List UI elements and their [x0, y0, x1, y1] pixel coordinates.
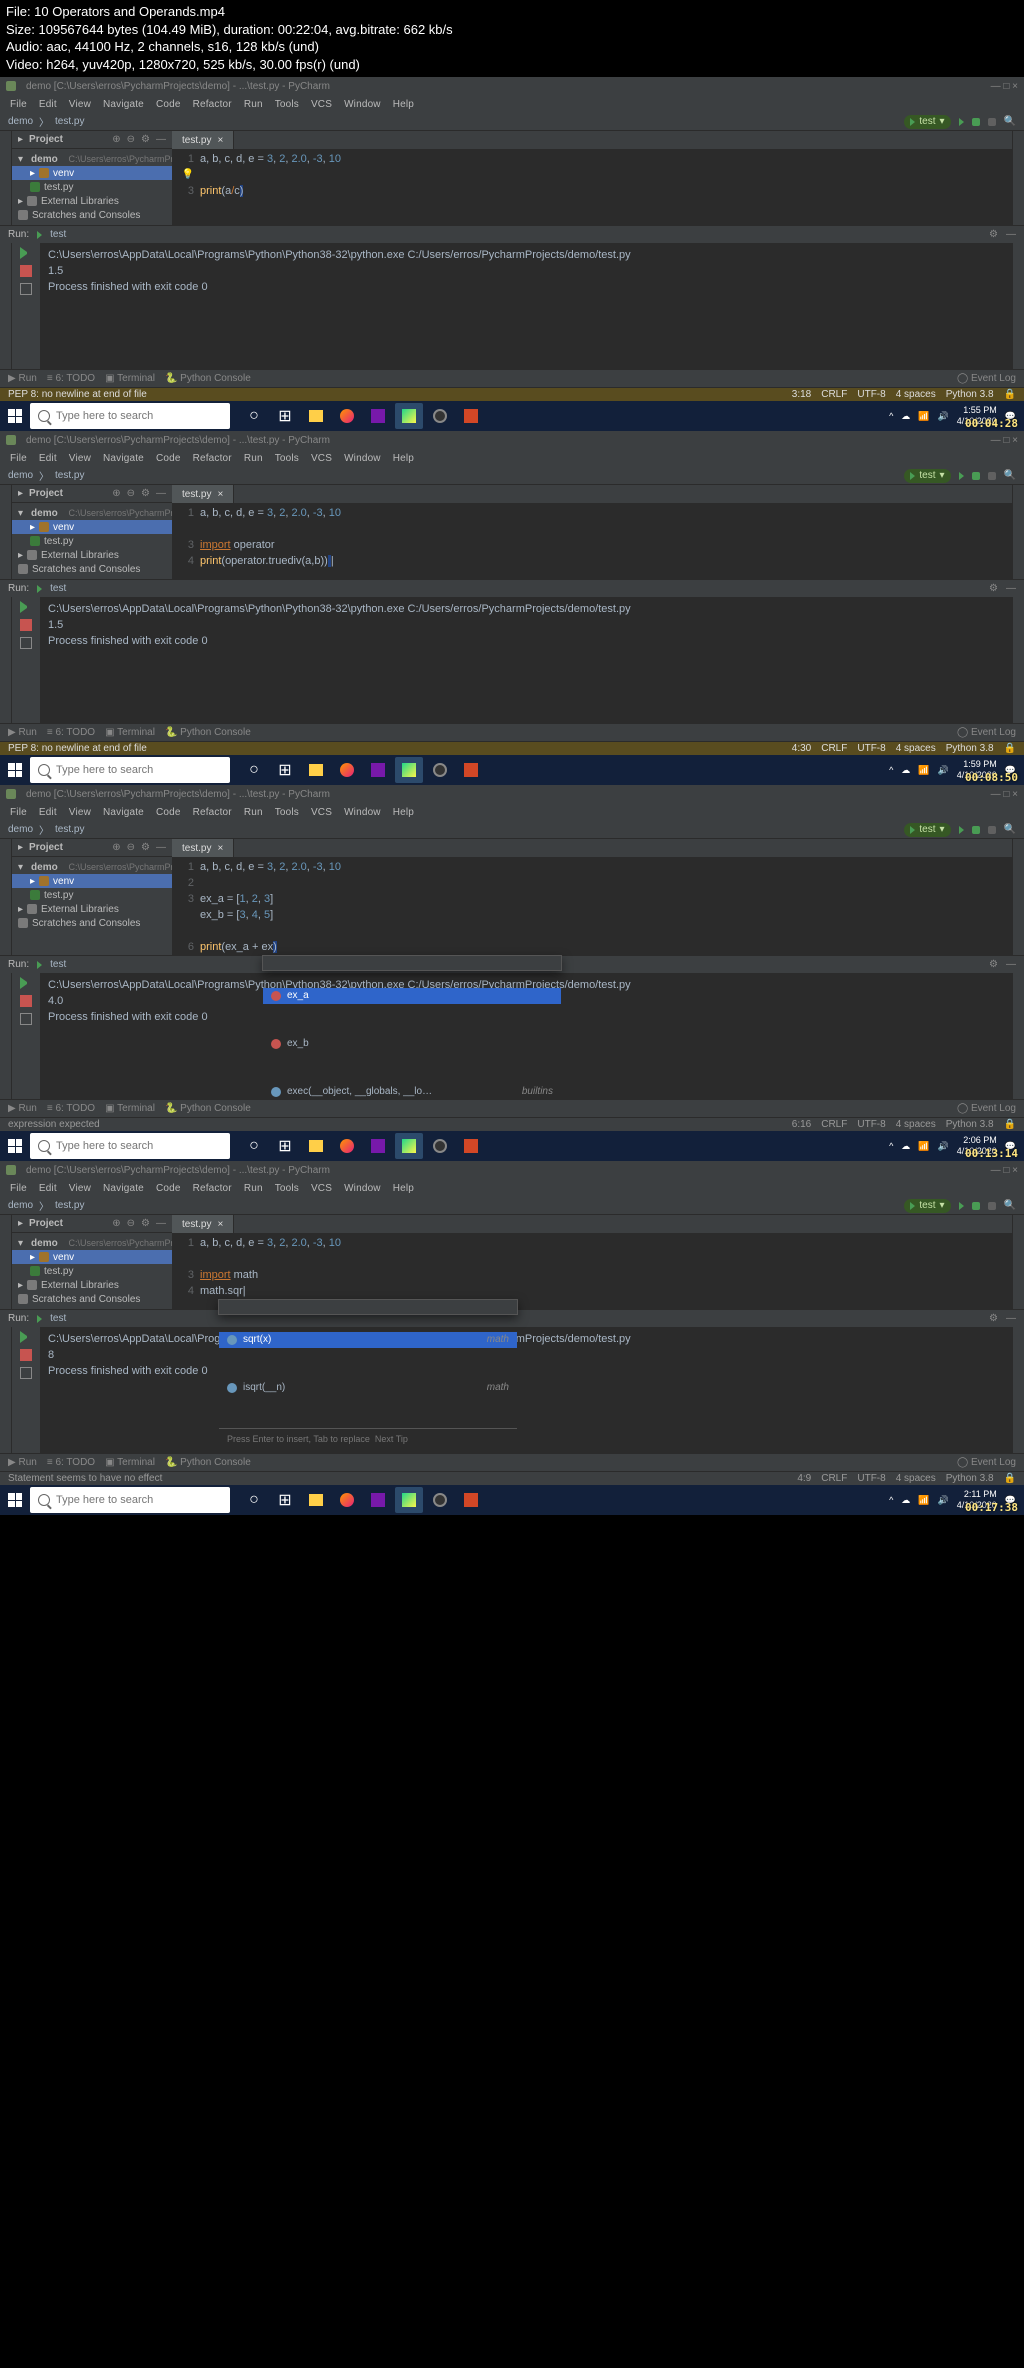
- close-icon[interactable]: ×: [217, 135, 223, 146]
- menu-help[interactable]: Help: [389, 99, 418, 110]
- screenshot-3: demo [C:\Users\erros\PycharmProjects\dem…: [0, 785, 1024, 1161]
- tree-root[interactable]: ▾demo C:\Users\erros\PycharmProjects\dem…: [12, 152, 172, 166]
- menu-file[interactable]: File: [6, 99, 31, 110]
- menu-bar[interactable]: FileEditViewNavigateCodeRefactorRunTools…: [0, 449, 1024, 467]
- menu-bar[interactable]: File Edit View Navigate Code Refactor Ru…: [0, 95, 1024, 113]
- wifi-icon[interactable]: 📶: [918, 411, 929, 422]
- todo-tool[interactable]: ≡ 6: TODO: [47, 373, 95, 384]
- run-panel-header[interactable]: Run: test ⚙—: [0, 225, 1024, 243]
- play-icon: [910, 118, 915, 126]
- right-tool-strip[interactable]: [1012, 131, 1024, 225]
- project-pane-title: Project: [29, 134, 63, 145]
- event-log[interactable]: ◯ Event Log: [957, 373, 1016, 384]
- menu-refactor[interactable]: Refactor: [189, 99, 236, 110]
- bottom-tool-strip[interactable]: ▶ Run ≡ 6: TODO ▣ Terminal 🐍 Python Cons…: [0, 369, 1024, 387]
- left-tool-strip[interactable]: [0, 131, 12, 225]
- folder-icon: ▸: [18, 134, 23, 145]
- autocomplete-item[interactable]: ex_a: [263, 988, 561, 1004]
- screenshot-1: demo [C:\Users\erros\PycharmProjects\dem…: [0, 77, 1024, 431]
- window-controls[interactable]: — □ ×: [991, 81, 1018, 92]
- library-icon: [27, 196, 37, 206]
- menu-view[interactable]: View: [65, 99, 95, 110]
- taskbar-icons[interactable]: ○ ⊞: [240, 403, 485, 429]
- volume-icon[interactable]: 🔊: [938, 411, 949, 422]
- search-input[interactable]: [56, 410, 222, 422]
- menu-navigate[interactable]: Navigate: [99, 99, 148, 110]
- scratch-icon: [18, 210, 28, 220]
- chevron-up-icon[interactable]: ^: [889, 411, 893, 421]
- tree-venv[interactable]: ▸venv: [12, 166, 172, 180]
- menu-window[interactable]: Window: [340, 99, 385, 110]
- lock-icon: 🔒: [1004, 389, 1016, 400]
- tree-file[interactable]: test.py: [12, 180, 172, 194]
- console-output[interactable]: C:\Users\erros\AppData\Local\Programs\Py…: [40, 243, 1012, 369]
- app-icon: [6, 81, 16, 91]
- cortana-icon[interactable]: ○: [240, 403, 268, 429]
- window-title-bar: demo [C:\Users\erros\PycharmProjects\dem…: [0, 77, 1024, 95]
- run-controls[interactable]: [12, 243, 40, 369]
- menu-code[interactable]: Code: [152, 99, 185, 110]
- collapse-icon[interactable]: ⊖: [127, 134, 135, 145]
- menu-run[interactable]: Run: [240, 99, 267, 110]
- tree-ext[interactable]: ▸External Libraries: [12, 194, 172, 208]
- video-header: File: 10 Operators and Operands.mp4 Size…: [0, 0, 1024, 77]
- stop-icon[interactable]: [20, 265, 32, 277]
- menu-edit[interactable]: Edit: [35, 99, 61, 110]
- terminal-tool[interactable]: ▣ Terminal: [105, 373, 155, 384]
- taskview-icon[interactable]: ⊞: [271, 403, 299, 429]
- taskbar[interactable]: ○ ⊞ ^ ☁ 📶 🔊 1:55 PM4/10/2020 💬 00:04:28: [0, 401, 1024, 431]
- gear-icon[interactable]: ⚙: [141, 134, 150, 145]
- editor[interactable]: test.py× 1💡3 a, b, c, d, e = 3, 2, 2.0, …: [172, 131, 1012, 225]
- editor-tab[interactable]: test.py×: [172, 131, 234, 149]
- start-button[interactable]: [0, 401, 30, 431]
- screenshot-4: demo [C:\Users\erros\PycharmProjects\dem…: [0, 1161, 1024, 1515]
- explorer-icon[interactable]: [302, 403, 330, 429]
- video-timestamp: 00:04:28: [965, 418, 1018, 429]
- run-config[interactable]: test ▾: [904, 115, 950, 129]
- tree-scratch[interactable]: Scratches and Consoles: [12, 208, 172, 222]
- run-button[interactable]: [959, 118, 964, 126]
- status-bar: PEP 8: no newline at end of file 3:18 CR…: [0, 387, 1024, 401]
- search-icon[interactable]: 🔍: [1004, 116, 1016, 127]
- crumb-project[interactable]: demo: [8, 116, 33, 127]
- window-title: demo [C:\Users\erros\PycharmProjects\dem…: [26, 81, 985, 92]
- hide-icon[interactable]: —: [1006, 229, 1016, 240]
- code-lines[interactable]: a, b, c, d, e = 3, 2, 2.0, -3, 10 print(…: [200, 151, 1012, 225]
- project-pane[interactable]: ▸ Project ⊕ ⊖ ⚙ — ▾demo C:\Users\erros\Pych…: [12, 131, 172, 225]
- hide-icon[interactable]: —: [156, 134, 166, 145]
- project-pane[interactable]: ▸Project⊕⊖⚙— ▾demo C:\Users\erros\Pychar…: [12, 485, 172, 579]
- caret-pos: 3:18: [792, 389, 811, 400]
- crumb-file[interactable]: test.py: [55, 116, 84, 127]
- autocomplete-popup[interactable]: sqrt(x)math isqrt(__n)math Press Enter t…: [218, 1299, 518, 1315]
- obs-icon[interactable]: [426, 403, 454, 429]
- run-tool[interactable]: ▶ Run: [8, 373, 37, 384]
- debug-icon[interactable]: [972, 118, 980, 126]
- menu-tools[interactable]: Tools: [271, 99, 303, 110]
- screenshot-2: demo [C:\Users\erros\PycharmProjects\dem…: [0, 431, 1024, 785]
- menu-vcs[interactable]: VCS: [307, 99, 336, 110]
- pycharm-icon[interactable]: [395, 403, 423, 429]
- play-icon: [37, 231, 42, 239]
- onenote-icon[interactable]: [364, 403, 392, 429]
- autocomplete-popup[interactable]: ex_a ex_b exec(__object, __globals, __lo…: [262, 955, 562, 971]
- cloud-icon[interactable]: ☁: [901, 411, 910, 422]
- expand-icon[interactable]: ⊕: [112, 134, 120, 145]
- status-message: PEP 8: no newline at end of file: [8, 389, 147, 400]
- breadcrumb: demo 〉 test.py test ▾ 🔍: [0, 113, 1024, 131]
- pycon-tool[interactable]: 🐍 Python Console: [165, 373, 251, 384]
- stop-icon[interactable]: [988, 118, 996, 126]
- ppt-icon[interactable]: [457, 403, 485, 429]
- python-file-icon: [30, 182, 40, 192]
- gear-icon[interactable]: ⚙: [989, 229, 998, 240]
- rerun-icon[interactable]: [20, 247, 32, 259]
- gutter: 1💡3: [172, 151, 200, 225]
- layout-icon[interactable]: [20, 283, 32, 295]
- search-box[interactable]: [30, 403, 230, 429]
- folder-icon: [39, 168, 49, 178]
- search-icon: [38, 410, 50, 422]
- firefox-icon[interactable]: [333, 403, 361, 429]
